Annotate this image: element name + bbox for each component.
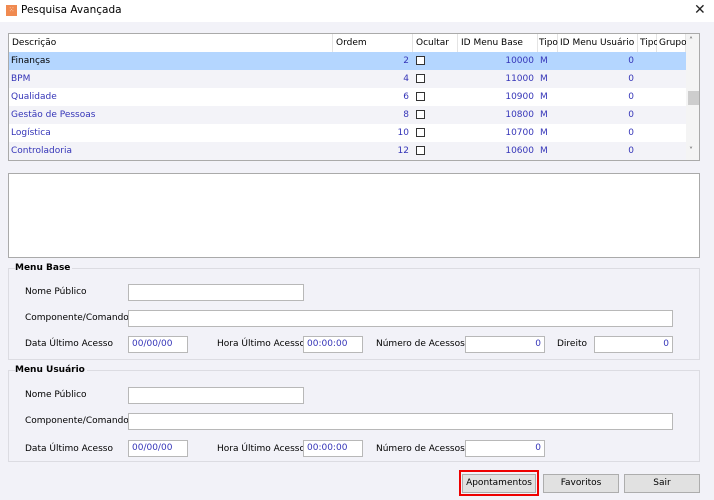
- scroll-up-icon[interactable]: ˄: [689, 36, 693, 45]
- apontamentos-button[interactable]: Apontamentos: [462, 474, 536, 493]
- table-row[interactable]: Finanças 2 10000 M 0: [9, 52, 686, 70]
- cell-id-menu-usuario: 0: [628, 110, 634, 120]
- ocultar-checkbox[interactable]: [416, 146, 425, 155]
- cell-id-menu-base: 10700: [505, 128, 534, 138]
- cell-id-menu-base: 10600: [505, 146, 534, 156]
- numero-acessos-input[interactable]: 0: [465, 336, 545, 353]
- nome-publico-input[interactable]: [128, 387, 304, 404]
- numero-acessos-label: Número de Acessos: [376, 339, 465, 349]
- details-text-area[interactable]: [8, 173, 700, 258]
- ocultar-checkbox[interactable]: [416, 110, 425, 119]
- favoritos-button[interactable]: Favoritos: [543, 474, 619, 493]
- cell-tipo: M: [540, 74, 548, 84]
- title-bar: ⁙ Pesquisa Avançada ✕: [0, 0, 714, 22]
- cell-descricao: Controladoria: [11, 146, 72, 156]
- cell-tipo: M: [540, 146, 548, 156]
- cell-id-menu-usuario: 0: [628, 56, 634, 66]
- hora-acesso-label: Hora Último Acesso: [217, 444, 305, 454]
- window-title: Pesquisa Avançada: [21, 4, 122, 16]
- numero-acessos-label: Número de Acessos: [376, 444, 465, 454]
- hora-acesso-input[interactable]: 00:00:00: [303, 440, 363, 457]
- cell-ordem: 6: [403, 92, 409, 102]
- column-header-ordem[interactable]: Ordem: [333, 34, 413, 52]
- cell-id-menu-usuario: 0: [628, 92, 634, 102]
- cell-ordem: 8: [403, 110, 409, 120]
- menu-usuario-title: Menu Usuário: [15, 365, 87, 375]
- menu-base-group: Menu Base Nome Público Componente/Comand…: [8, 263, 700, 360]
- cell-id-menu-base: 10800: [505, 110, 534, 120]
- cell-id-menu-usuario: 0: [628, 74, 634, 84]
- nome-publico-input[interactable]: [128, 284, 304, 301]
- menu-grid[interactable]: Descrição Ordem Ocultar ID Menu Base Tip…: [8, 33, 700, 161]
- column-header-ocultar[interactable]: Ocultar: [413, 34, 458, 52]
- cell-ordem: 10: [397, 128, 409, 138]
- scroll-down-icon[interactable]: ˅: [689, 146, 693, 155]
- column-header-id-menu-usuario[interactable]: ID Menu Usuário: [558, 34, 638, 52]
- menu-base-title: Menu Base: [15, 263, 73, 273]
- ocultar-checkbox[interactable]: [416, 92, 425, 101]
- nome-publico-label: Nome Público: [25, 287, 87, 297]
- data-acesso-input[interactable]: 00/00/00: [128, 336, 188, 353]
- data-acesso-label: Data Último Acesso: [25, 444, 113, 454]
- column-header-descricao[interactable]: Descrição: [9, 34, 333, 52]
- column-header-grupo[interactable]: Grupo: [657, 34, 687, 52]
- data-acesso-label: Data Último Acesso: [25, 339, 113, 349]
- nome-publico-label: Nome Público: [25, 390, 87, 400]
- table-row[interactable]: Qualidade 6 10900 M 0: [9, 88, 686, 106]
- close-icon[interactable]: ✕: [694, 2, 706, 18]
- cell-descricao: Qualidade: [11, 92, 57, 102]
- cell-id-menu-base: 10000: [505, 56, 534, 66]
- app-logo-icon: ⁙: [6, 5, 17, 16]
- cell-descricao: Finanças: [11, 56, 51, 66]
- table-row[interactable]: BPM 4 11000 M 0: [9, 70, 686, 88]
- componente-input[interactable]: [128, 413, 673, 430]
- cell-descricao: Logística: [11, 128, 51, 138]
- componente-input[interactable]: [128, 310, 673, 327]
- hora-acesso-label: Hora Último Acesso: [217, 339, 305, 349]
- column-header-id-menu-base[interactable]: ID Menu Base: [458, 34, 538, 52]
- cell-ordem: 12: [397, 146, 409, 156]
- cell-id-menu-usuario: 0: [628, 128, 634, 138]
- cell-ordem: 2: [403, 56, 409, 66]
- direito-label: Direito: [557, 339, 588, 349]
- ocultar-checkbox[interactable]: [416, 56, 425, 65]
- componente-label: Componente/Comando: [25, 313, 129, 323]
- cell-ordem: 4: [403, 74, 409, 84]
- cell-id-menu-usuario: 0: [628, 146, 634, 156]
- numero-acessos-input[interactable]: 0: [465, 440, 545, 457]
- ocultar-checkbox[interactable]: [416, 128, 425, 137]
- data-acesso-input[interactable]: 00/00/00: [128, 440, 188, 457]
- scrollbar-thumb[interactable]: [688, 91, 699, 105]
- column-header-tipo-usuario[interactable]: Tipo: [638, 34, 659, 52]
- sair-button[interactable]: Sair: [624, 474, 700, 493]
- cell-tipo: M: [540, 92, 548, 102]
- cell-tipo: M: [540, 110, 548, 120]
- hora-acesso-input[interactable]: 00:00:00: [303, 336, 363, 353]
- cell-tipo: M: [540, 128, 548, 138]
- cell-id-menu-base: 11000: [505, 74, 534, 84]
- column-header-tipo[interactable]: Tipo: [538, 34, 558, 52]
- cell-descricao: BPM: [11, 74, 31, 84]
- menu-usuario-group: Menu Usuário Nome Público Componente/Com…: [8, 365, 700, 462]
- table-row[interactable]: Controladoria 12 10600 M 0: [9, 142, 686, 160]
- cell-tipo: M: [540, 56, 548, 66]
- table-row[interactable]: Gestão de Pessoas 8 10800 M 0: [9, 106, 686, 124]
- componente-label: Componente/Comando: [25, 416, 129, 426]
- cell-descricao: Gestão de Pessoas: [11, 110, 96, 120]
- table-row[interactable]: Logística 10 10700 M 0: [9, 124, 686, 142]
- ocultar-checkbox[interactable]: [416, 74, 425, 83]
- cell-id-menu-base: 10900: [505, 92, 534, 102]
- direito-input[interactable]: 0: [594, 336, 673, 353]
